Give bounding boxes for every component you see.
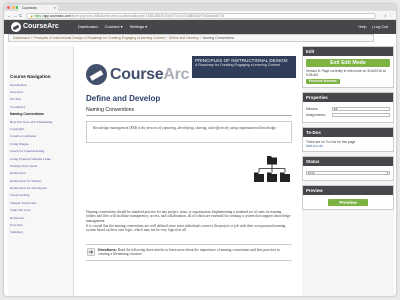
breadcrumb-separator: / bbox=[166, 36, 168, 40]
preview-panel-title: Preview bbox=[303, 185, 393, 195]
back-icon[interactable]: ← bbox=[7, 13, 12, 19]
paragraph: It is crucial that the naming convention… bbox=[86, 224, 286, 233]
version-info: Version 8. Page currently in edit mode o… bbox=[306, 69, 386, 78]
bookmark-star-icon[interactable]: ☆ bbox=[383, 13, 387, 18]
course-nav-item[interactable]: Post-Test bbox=[8, 221, 73, 228]
directions-pointer-icon bbox=[87, 248, 95, 256]
course-nav-item[interactable]: Best Practices with Filenaming bbox=[8, 118, 73, 125]
app-logo-text: CourseArc bbox=[23, 23, 59, 30]
breadcrumb-item[interactable]: Principles of Instructional Design: A Ro… bbox=[34, 36, 165, 40]
editor-sidebar: Edit Exit Edit Mode Version 8. Page curr… bbox=[302, 46, 394, 296]
folder-hierarchy-icon bbox=[254, 156, 290, 182]
url-domain: app.coursearc.com bbox=[43, 13, 71, 18]
coursearc-brand: CourseArc bbox=[86, 64, 189, 85]
course-nav-item[interactable]: Tasks We Love bbox=[8, 207, 73, 214]
course-nav-item[interactable]: Overview bbox=[8, 88, 73, 95]
tab-title: Coursearc bbox=[22, 6, 38, 10]
course-nav-item[interactable]: Sample Storyboard bbox=[8, 199, 73, 206]
breadcrumb: Dashboard / Principles of Instructional De… bbox=[8, 34, 374, 42]
status-panel-title: Status bbox=[303, 157, 393, 167]
edit-panel-title: Edit bbox=[303, 47, 393, 56]
preview-button[interactable]: Preview bbox=[328, 198, 368, 206]
todos-panel: To-Dos There are no To-Dos for this page… bbox=[302, 126, 394, 153]
menu-courses[interactable]: Courses ▾ bbox=[105, 20, 123, 34]
breadcrumb-current: Naming Conventions bbox=[202, 36, 235, 40]
course-nav-item[interactable]: Storyboarding bbox=[8, 192, 73, 199]
course-nav-item[interactable]: Using Images bbox=[8, 140, 73, 147]
url-input[interactable]: 🔒 https://app.coursearc.com/index.php?ci… bbox=[26, 12, 376, 19]
brand-word-course: Course bbox=[110, 65, 164, 83]
app-header: CourseArc Dashboard Courses ▾ Settings ▾… bbox=[4, 20, 396, 34]
course-nav-item[interactable]: Check for Understanding bbox=[8, 148, 73, 155]
add-todo-link[interactable]: Add a to-do bbox=[306, 144, 390, 148]
course-navigation-title: Course Navigation bbox=[10, 74, 51, 79]
help-link[interactable]: Help bbox=[358, 20, 366, 34]
properties-panel: Properties Minutes: Assignments: bbox=[302, 92, 394, 123]
app-logo[interactable]: CourseArc bbox=[11, 22, 59, 32]
url-path: /index.php?cid=1566&tceid=check-outline&… bbox=[70, 13, 225, 18]
paragraph: Naming conventions should be standard pr… bbox=[86, 210, 291, 223]
logout-link[interactable]: | Log Out bbox=[372, 20, 388, 34]
status-select[interactable]: Draft bbox=[306, 170, 390, 176]
reload-icon[interactable]: C bbox=[19, 13, 22, 19]
banner-subtitle: A Roadmap for Creating Engaging eLearnin… bbox=[195, 63, 281, 68]
course-nav-item[interactable]: Vocabulary bbox=[8, 103, 73, 110]
lock-icon: 🔒 bbox=[30, 14, 34, 18]
course-banner: PRINCIPLES OF INSTRUCTIONAL DESIGN: A Ro… bbox=[192, 56, 296, 78]
directions-label: Directions: bbox=[98, 248, 117, 252]
status-panel: Status Draft bbox=[302, 156, 394, 181]
preview-panel: Preview Preview bbox=[302, 184, 394, 210]
course-nav-item[interactable]: Writing Style Guide bbox=[8, 162, 73, 169]
browser-tabbar: Coursearc × bbox=[4, 4, 396, 11]
page-subtitle: Naming Conventions bbox=[86, 107, 292, 116]
course-nav-item[interactable]: Naming Conventions bbox=[8, 111, 73, 118]
breadcrumb-separator: / bbox=[31, 36, 33, 40]
definition-quote: Knowledge management (KM) is the process… bbox=[86, 121, 292, 143]
course-navigation-list: Introduction Overview Pre-Test Vocabulary Na… bbox=[8, 81, 73, 236]
breadcrumb-item[interactable]: Define and Develop bbox=[169, 36, 199, 40]
breadcrumb-separator: / bbox=[200, 36, 202, 40]
minutes-label: Minutes: bbox=[306, 107, 319, 112]
directions-text: Read the following three articles to lea… bbox=[98, 248, 280, 257]
url-scheme: https:// bbox=[34, 13, 44, 18]
course-nav-item[interactable]: Redirection for Developers bbox=[8, 184, 73, 191]
browser-window: Coursearc × ← → C 🔒 https://app.coursear… bbox=[4, 4, 396, 296]
minutes-input[interactable] bbox=[332, 106, 390, 112]
forward-icon[interactable]: → bbox=[13, 13, 18, 19]
properties-panel-title: Properties bbox=[303, 93, 393, 103]
browser-menu-icon[interactable]: ⋮ bbox=[389, 13, 394, 18]
course-navigation: Course Navigation Introduction Overview Pr… bbox=[8, 46, 74, 296]
assignments-label: Assignments: bbox=[306, 113, 326, 118]
coursearc-logo-icon bbox=[11, 22, 21, 32]
breadcrumb-item[interactable]: Dashboard bbox=[13, 36, 30, 40]
page-title: Define and Develop bbox=[86, 94, 161, 103]
directions-callout: Directions: Read the following three art… bbox=[86, 244, 292, 261]
course-nav-item[interactable]: Using External Website Links bbox=[8, 155, 73, 162]
close-window-button[interactable] bbox=[7, 6, 10, 9]
course-nav-item[interactable]: Redirection bbox=[8, 170, 73, 177]
brand-wordmark: CourseArc bbox=[110, 66, 189, 84]
browser-toolbar-icons: ☆ ⋮ bbox=[383, 13, 393, 19]
address-bar: ← → C 🔒 https://app.coursearc.com/index.… bbox=[4, 11, 396, 20]
course-nav-item[interactable]: Creative Commons bbox=[8, 133, 73, 140]
course-nav-item[interactable]: Introduction bbox=[8, 81, 73, 88]
course-nav-item[interactable]: Redirection for Writers bbox=[8, 177, 73, 184]
minimize-window-button[interactable] bbox=[11, 6, 15, 9]
edit-panel: Edit Exit Edit Mode Version 8. Page curr… bbox=[302, 46, 394, 89]
course-nav-item[interactable]: Reflection bbox=[8, 214, 73, 221]
course-nav-item[interactable]: Copyright bbox=[8, 125, 73, 132]
assignments-input[interactable] bbox=[332, 112, 390, 118]
course-nav-item[interactable]: Pre-Test bbox=[8, 96, 73, 103]
menu-dashboard[interactable]: Dashboard bbox=[78, 20, 98, 34]
previous-versions-button[interactable]: Previous Versions bbox=[306, 79, 340, 85]
coursearc-brand-icon bbox=[86, 64, 107, 85]
app-main-menu: Dashboard Courses ▾ Settings ▾ bbox=[78, 20, 147, 34]
menu-settings[interactable]: Settings ▾ bbox=[130, 20, 148, 34]
app-right-menu: Help | Log Out bbox=[358, 20, 388, 34]
main-content: CourseArc PRINCIPLES OF INSTRUCTIONAL DE… bbox=[76, 46, 298, 296]
course-nav-item[interactable]: Summary bbox=[8, 229, 73, 236]
brand-word-arc: Arc bbox=[163, 65, 190, 83]
exit-edit-mode-button[interactable]: Exit Edit Mode bbox=[306, 59, 390, 67]
todos-panel-title: To-Dos bbox=[303, 127, 393, 137]
